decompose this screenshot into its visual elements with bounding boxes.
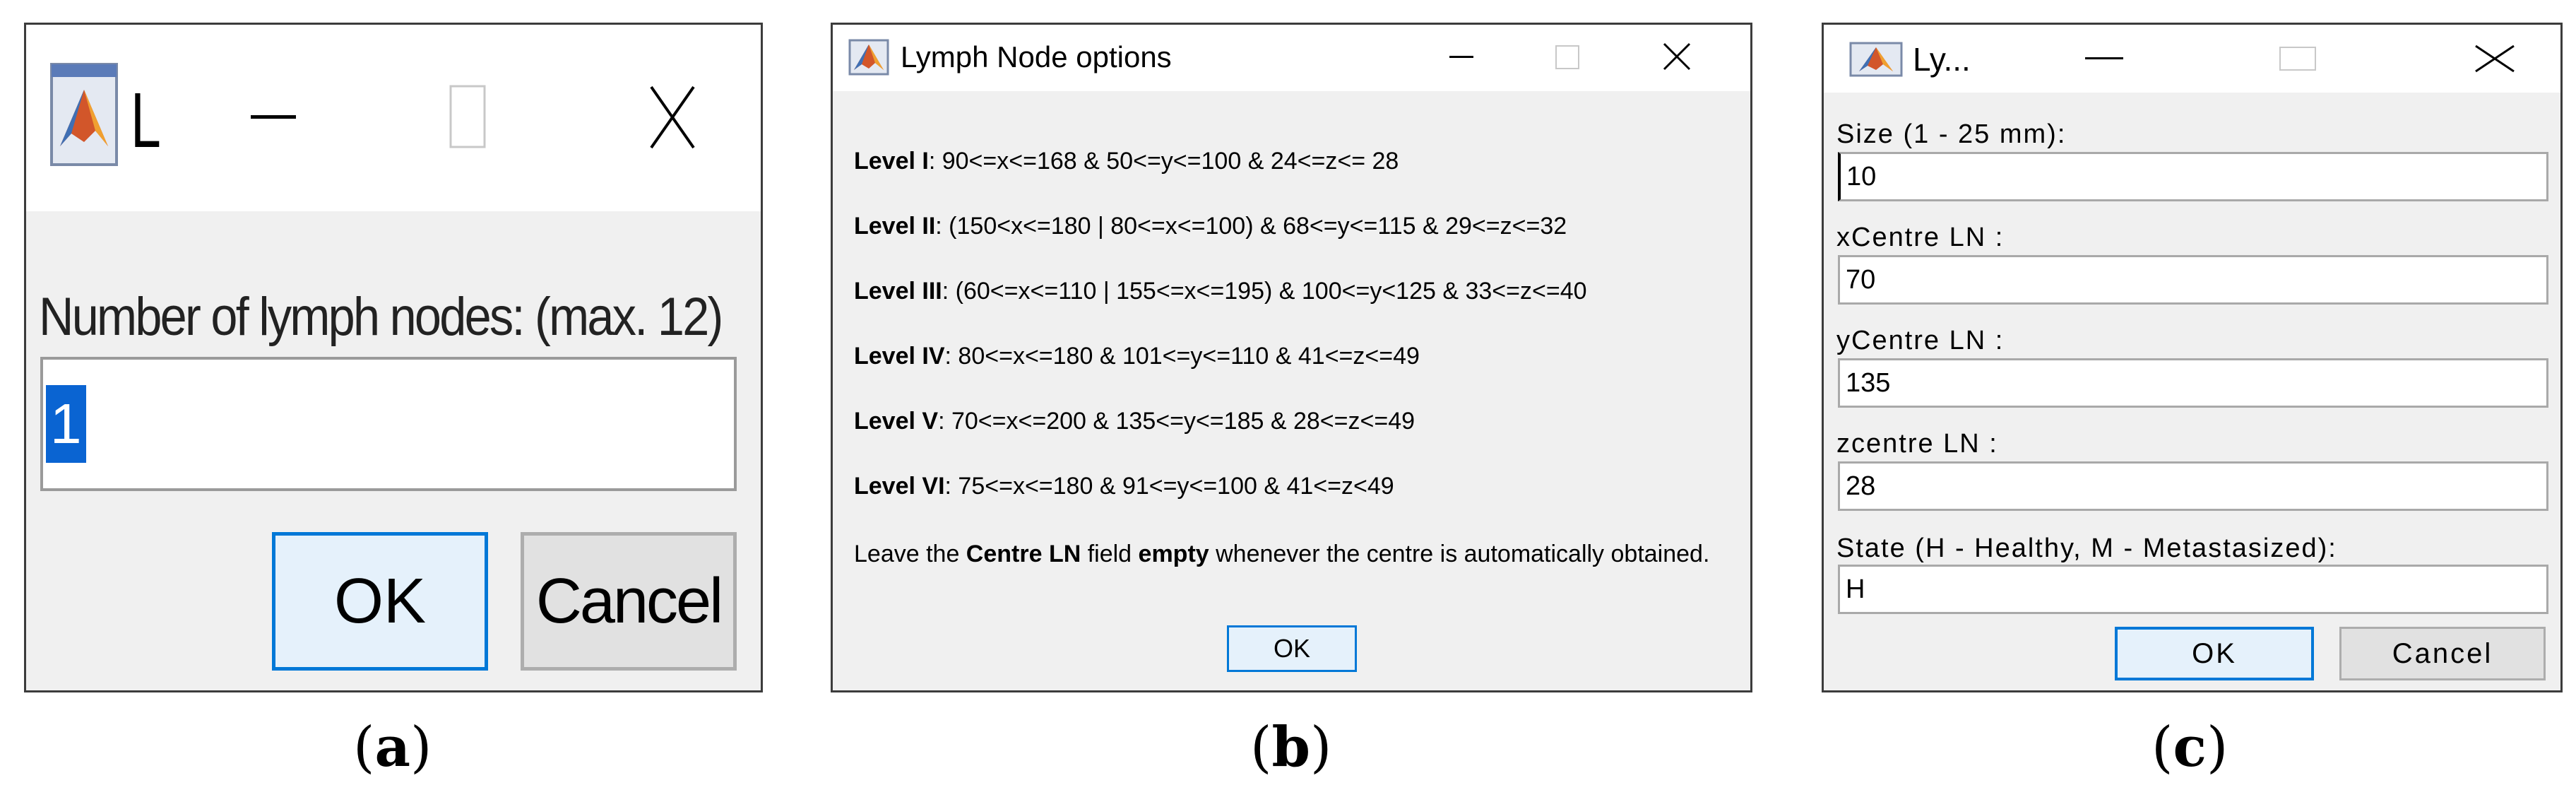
level-rule: : 90<=x<=168 & 50<=y<=100 & 24<=z<= 28 (928, 148, 1399, 175)
centre-ln-note: Leave the Centre LN field empty whenever… (854, 538, 1709, 570)
level-name: Level IV (854, 343, 945, 370)
note-bold: Centre LN (966, 541, 1081, 567)
close-button[interactable] (1645, 33, 1709, 80)
caption-b: (b) (1250, 715, 1332, 779)
minimize-button[interactable] (1433, 36, 1490, 78)
level-rule: : (60<=x<=110 | 155<=x<=195) & 100<=y<12… (942, 278, 1587, 305)
size-label: Size (1 - 25 mm): (1836, 119, 2067, 149)
title-bar[interactable]: Ly... (1824, 25, 2560, 93)
close-icon (650, 85, 695, 149)
note-text: field (1081, 541, 1139, 567)
z-centre-label: zcentre LN : (1836, 429, 1998, 459)
maximize-button[interactable] (2266, 37, 2329, 80)
lymph-node-properties-dialog: Ly... Size (1 - 25 mm): 10 xCentre LN : … (1822, 23, 2563, 692)
x-centre-input[interactable]: 70 (1838, 255, 2548, 305)
lymph-node-count-input[interactable]: 1 (40, 357, 737, 491)
level-name: Level V (854, 408, 939, 435)
minimize-button[interactable] (2072, 37, 2136, 80)
caption-a-letter: a (374, 715, 410, 779)
window-title: Ly... (1913, 41, 1971, 78)
level-rule: : 80<=x<=180 & 101<=y<=110 & 41<=z<=49 (944, 343, 1420, 370)
level-rule: : 70<=x<=200 & 135<=y<=185 & 28<=z<=49 (938, 408, 1415, 435)
y-centre-label: yCentre LN : (1836, 326, 2005, 355)
close-button[interactable] (627, 71, 718, 163)
ok-button[interactable]: OK (272, 532, 488, 671)
state-label: State (H - Healthy, M - Metastasized): (1836, 533, 2337, 563)
level-3-rule: Level III: (60<=x<=110 | 155<=x<=195) & … (854, 278, 1587, 305)
close-icon (2475, 45, 2515, 73)
cancel-button[interactable]: Cancel (521, 532, 737, 671)
minimize-icon (251, 115, 296, 119)
maximize-icon (2279, 47, 2316, 71)
level-5-rule: Level V: 70<=x<=200 & 135<=y<=185 & 28<=… (854, 408, 1415, 435)
maximize-button[interactable] (1539, 36, 1596, 78)
level-1-rule: Level I: 90<=x<=168 & 50<=y<=100 & 24<=z… (854, 148, 1399, 175)
maximize-icon (1555, 45, 1579, 69)
z-centre-input[interactable]: 28 (1838, 461, 2548, 511)
matlab-icon (848, 39, 889, 76)
cancel-button[interactable]: Cancel (2339, 627, 2546, 680)
ok-button[interactable]: OK (2115, 627, 2314, 680)
level-rule: : (150<x<=180 | 80<=x<=100) & 68<=y<=115… (935, 213, 1567, 240)
title-bar[interactable]: Lymph Node options (833, 25, 1750, 91)
note-text: Leave the (854, 541, 966, 567)
window-title: Lymph Node options (901, 40, 1172, 73)
x-centre-label: xCentre LN : (1836, 223, 2005, 252)
maximize-button[interactable] (429, 74, 506, 159)
close-button[interactable] (2459, 35, 2530, 83)
level-4-rule: Level IV: 80<=x<=180 & 101<=y<=110 & 41<… (854, 343, 1420, 370)
title-bar[interactable]: L (26, 25, 761, 211)
lymph-node-options-dialog: Lymph Node options Level I: 90<=x<=168 &… (831, 23, 1752, 692)
y-centre-input[interactable]: 135 (1838, 358, 2548, 408)
lymph-node-count-dialog: L Number of lymph nodes: (max. 12) 1 OK … (24, 23, 763, 692)
minimize-icon (1449, 56, 1473, 58)
note-bold: empty (1138, 541, 1209, 567)
caption-c: (c) (2151, 715, 2228, 779)
close-icon (1663, 42, 1691, 71)
level-name: Level I (854, 148, 929, 175)
level-2-rule: Level II: (150<x<=180 | 80<=x<=100) & 68… (854, 213, 1567, 240)
size-input[interactable]: 10 (1838, 152, 2548, 201)
caption-c-letter: c (2173, 715, 2207, 779)
state-input[interactable]: H (1838, 565, 2548, 614)
level-name: Level VI (854, 473, 945, 500)
matlab-icon (1849, 42, 1903, 77)
matlab-icon (50, 63, 118, 166)
level-6-rule: Level VI: 75<=x<=180 & 91<=y<=100 & 41<=… (854, 473, 1394, 500)
maximize-icon (449, 85, 486, 148)
selected-input-text: 1 (46, 385, 86, 463)
lymph-node-count-label: Number of lymph nodes: (max. 12) (39, 287, 723, 347)
caption-b-letter: b (1271, 715, 1310, 779)
level-rule: : 75<=x<=180 & 91<=y<=100 & 41<=z<49 (944, 473, 1394, 500)
level-name: Level II (854, 213, 936, 240)
ok-button[interactable]: OK (1227, 625, 1357, 672)
level-name: Level III (854, 278, 942, 305)
caption-a: (a) (353, 715, 432, 779)
minimize-icon (2085, 57, 2123, 59)
note-text: whenever the centre is automatically obt… (1209, 541, 1710, 567)
window-title: L (131, 77, 161, 164)
minimize-button[interactable] (231, 81, 316, 152)
